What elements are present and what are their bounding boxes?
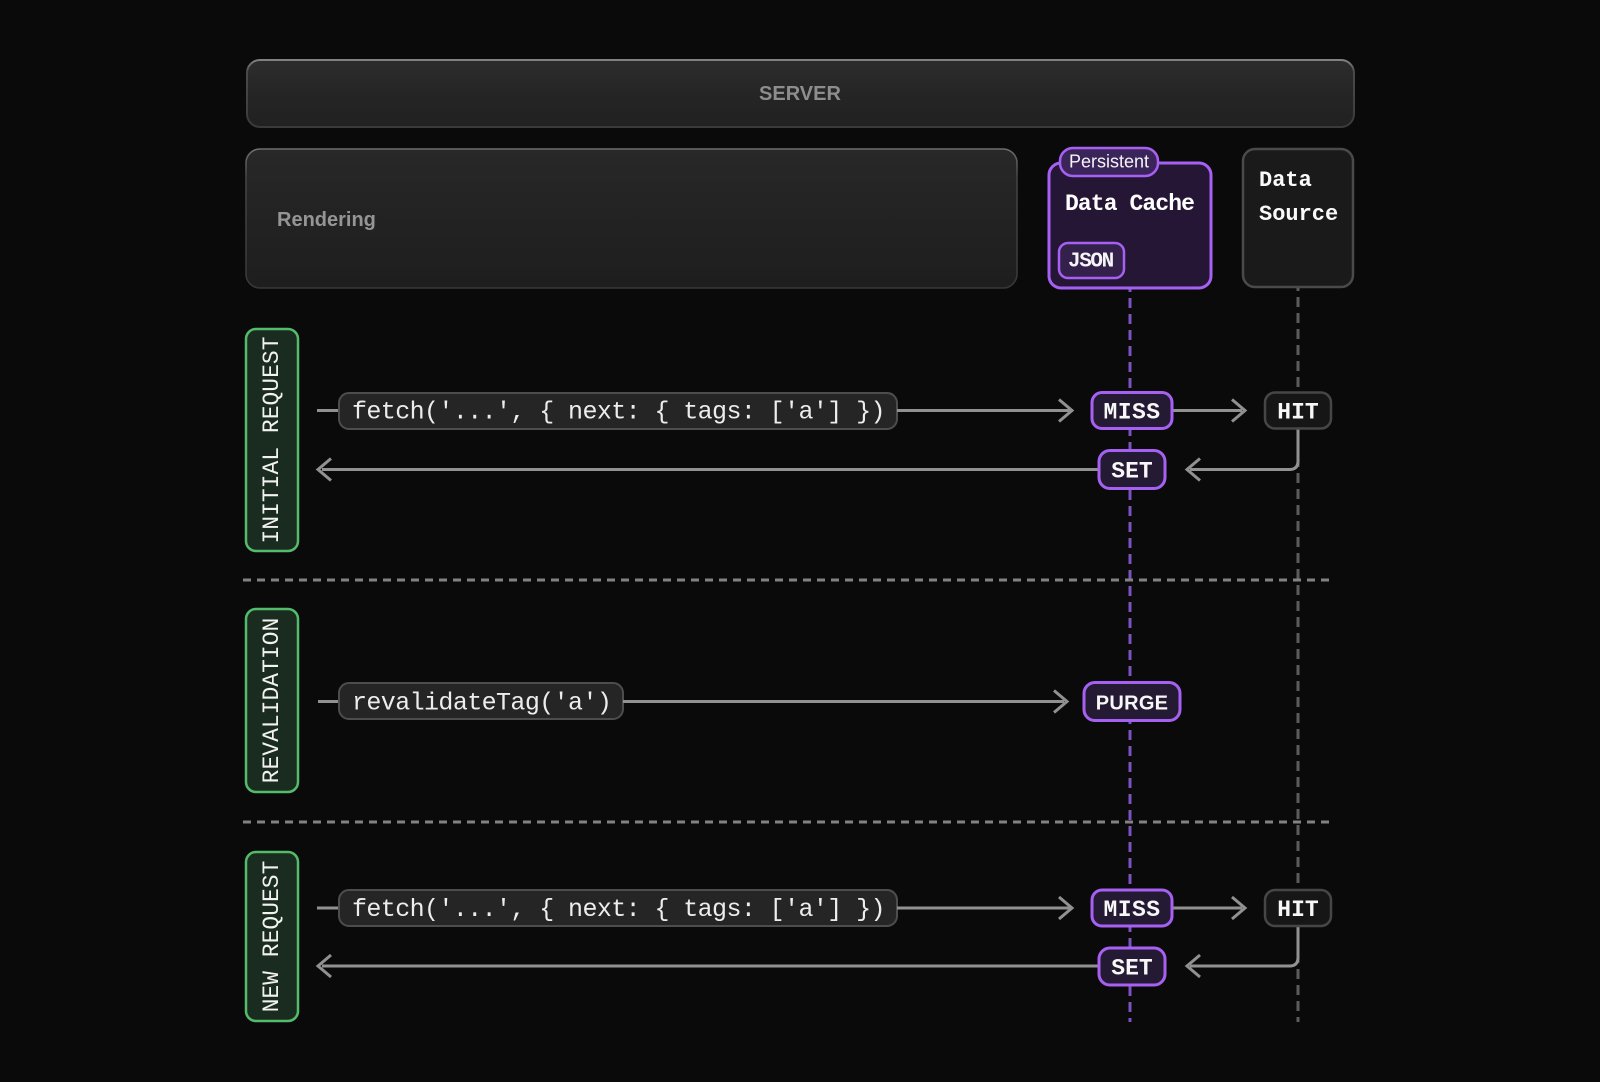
svg-text:JSON: JSON xyxy=(1068,251,1114,274)
svg-text:PURGE: PURGE xyxy=(1096,693,1169,715)
svg-text:REVALIDATION: REVALIDATION xyxy=(259,618,285,784)
svg-text:fetch('...', { next: { tags: [: fetch('...', { next: { tags: ['a'] }) xyxy=(352,895,885,924)
svg-text:Data Cache: Data Cache xyxy=(1065,191,1194,217)
svg-text:Rendering: Rendering xyxy=(277,209,376,231)
svg-text:HIT: HIT xyxy=(1277,400,1319,426)
svg-text:fetch('...', { next: { tags: [: fetch('...', { next: { tags: ['a'] }) xyxy=(352,398,885,427)
svg-text:NEW REQUEST: NEW REQUEST xyxy=(259,861,285,1013)
svg-text:INITIAL REQUEST: INITIAL REQUEST xyxy=(259,336,285,543)
svg-text:SET: SET xyxy=(1111,459,1153,485)
svg-text:SET: SET xyxy=(1111,956,1153,982)
svg-text:SERVER: SERVER xyxy=(759,83,841,105)
svg-text:Data: Data xyxy=(1259,168,1312,193)
svg-text:revalidateTag('a'): revalidateTag('a') xyxy=(352,689,611,718)
svg-text:Persistent: Persistent xyxy=(1069,152,1149,172)
svg-text:MISS: MISS xyxy=(1103,897,1160,923)
svg-text:Source: Source xyxy=(1259,202,1338,227)
svg-text:MISS: MISS xyxy=(1103,400,1160,426)
svg-text:HIT: HIT xyxy=(1277,897,1319,923)
